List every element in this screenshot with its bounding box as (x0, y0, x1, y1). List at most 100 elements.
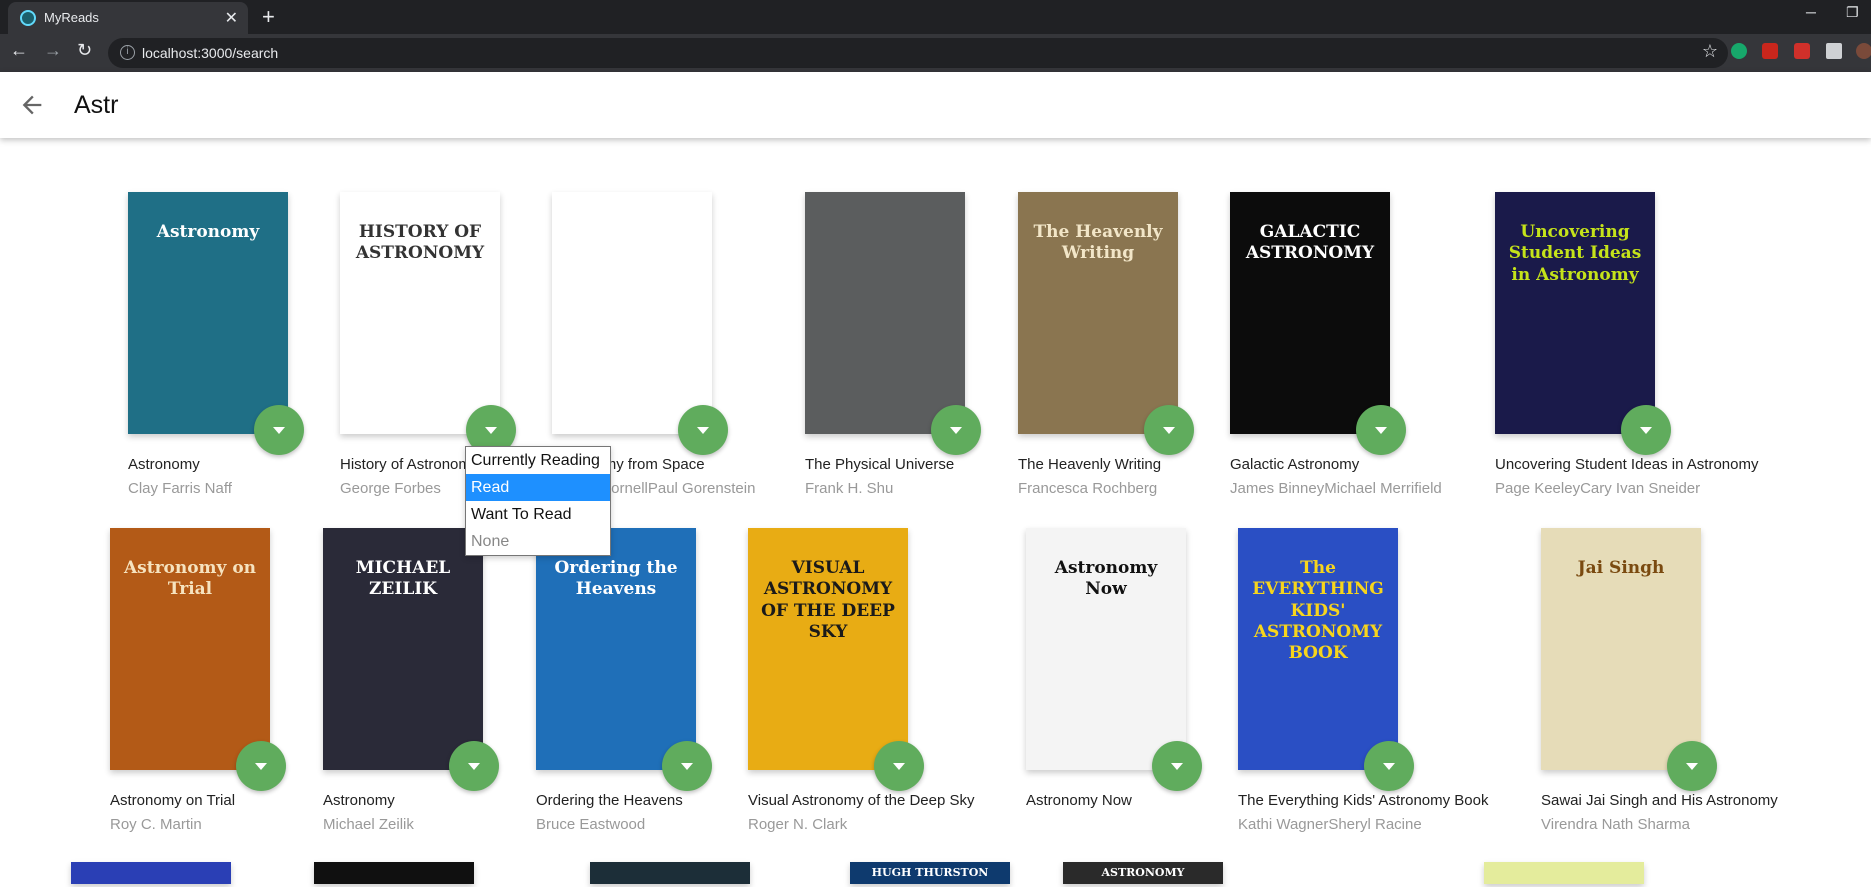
browser-tab-strip: MyReads ✕ + ─ ❐ (0, 0, 1871, 34)
book-cover: Uncovering Student Ideas in Astronomy (1495, 192, 1655, 434)
shelf-changer-button[interactable] (254, 405, 304, 455)
book-title: Astronomy Now (1026, 792, 1132, 809)
book-cover: Astronomy on Trial (110, 528, 270, 770)
site-info-icon[interactable]: i (120, 45, 135, 60)
book-cover: MICHAEL ZEILIK (323, 528, 483, 770)
book-cover (1484, 862, 1644, 884)
bookmark-star-icon[interactable]: ☆ (1702, 41, 1718, 62)
book-authors: Page KeeleyCary Ivan Sneider (1495, 480, 1701, 497)
shelf-select-dropdown[interactable]: Currently Reading Read Want To Read None (465, 446, 611, 556)
cover-text: Ordering the Heavens (554, 558, 678, 600)
book-authors: Roy C. Martin (110, 816, 202, 833)
shelf-changer-button[interactable] (931, 405, 981, 455)
cover-text: ASTRONOMY (1101, 866, 1185, 879)
minimize-window-icon[interactable]: ─ (1806, 4, 1816, 20)
book-title: The Heavenly Writing (1018, 456, 1162, 473)
cover-text: HUGH THURSTON (871, 866, 989, 879)
search-books-bar (0, 72, 1871, 138)
shelf-changer-button[interactable] (662, 741, 712, 791)
book-title: Astronomy on Trial (110, 792, 236, 809)
profile-avatar[interactable] (1856, 43, 1871, 59)
book-authors: Kathi WagnerSheryl Racine (1238, 816, 1422, 833)
book-cover (590, 862, 750, 884)
shelf-changer-button[interactable] (1152, 741, 1202, 791)
back-arrow-icon[interactable] (18, 91, 46, 119)
cover-text: Astronomy Now (1054, 558, 1158, 600)
react-favicon-icon (20, 10, 36, 26)
cover-text: Uncovering Student Ideas in Astronomy (1508, 222, 1642, 285)
address-bar[interactable]: i localhost:3000/search ☆ (108, 38, 1728, 68)
tab-close-icon[interactable]: ✕ (225, 8, 238, 28)
book-cover: GALACTIC ASTRONOMY (1230, 192, 1390, 434)
cover-text: MICHAEL ZEILIK (355, 558, 451, 600)
book-authors: Francesca Rochberg (1018, 480, 1158, 497)
cover-text: Astronomy (156, 222, 260, 242)
book-title: The Everything Kids' Astronomy Book (1238, 792, 1489, 809)
puzzle-extensions-icon[interactable] (1826, 43, 1842, 59)
book-authors: Frank H. Shu (805, 480, 894, 497)
back-icon[interactable]: ← (10, 40, 28, 61)
book-cover (552, 192, 712, 434)
shelf-option-want-to-read[interactable]: Want To Read (466, 501, 610, 528)
new-tab-button[interactable]: + (262, 4, 275, 30)
book-title: Astronomy (128, 456, 200, 473)
search-input[interactable] (74, 86, 1774, 124)
book-authors: Clay Farris Naff (128, 480, 232, 497)
cover-text: Astronomy on Trial (123, 558, 257, 600)
shelf-changer-button[interactable] (449, 741, 499, 791)
book-cover: Astronomy Now (1026, 528, 1186, 770)
shelf-changer-button[interactable] (1364, 741, 1414, 791)
shelf-option-currently-reading[interactable]: Currently Reading (466, 447, 610, 474)
shelf-changer-button[interactable] (678, 405, 728, 455)
cover-text: VISUAL ASTRONOMY OF THE DEEP SKY (761, 558, 895, 642)
cover-text: The EVERYTHING KIDS' ASTRONOMY BOOK (1252, 558, 1384, 663)
book-title: Ordering the Heavens (536, 792, 683, 809)
book-title: Astronomy (323, 792, 395, 809)
book-cover (805, 192, 965, 434)
book-cover: HUGH THURSTON (850, 862, 1010, 884)
book-authors: Michael Zeilik (323, 816, 414, 833)
cover-text: The Heavenly Writing (1033, 222, 1163, 264)
book-cover: The Heavenly Writing (1018, 192, 1178, 434)
book-authors: Roger N. Clark (748, 816, 848, 833)
url-text[interactable]: localhost:3000/search (142, 45, 278, 61)
search-results: Astronomy Astronomy Clay Farris Naff HIS… (0, 138, 1871, 887)
shelf-option-read[interactable]: Read (466, 474, 610, 501)
book-title: The Physical Universe (805, 456, 955, 473)
browser-toolbar: ← → ↻ i localhost:3000/search ☆ (0, 34, 1871, 72)
book-title: Sawai Jai Singh and His Astronomy (1541, 792, 1778, 809)
reload-icon[interactable]: ↻ (77, 40, 92, 61)
grammarly-extension-icon[interactable] (1731, 43, 1747, 59)
restore-window-icon[interactable]: ❐ (1846, 4, 1859, 21)
book-title: Uncovering Student Ideas in Astronomy (1495, 456, 1759, 473)
book-cover: HISTORY OF ASTRONOMY (340, 192, 500, 434)
shelf-option-none: None (471, 533, 510, 550)
book-cover (314, 862, 474, 884)
shelf-changer-button[interactable] (1144, 405, 1194, 455)
book-title: Galactic Astronomy (1230, 456, 1360, 473)
cover-text: HISTORY OF ASTRONOMY (355, 222, 485, 264)
shelf-changer-button[interactable] (1356, 405, 1406, 455)
book-cover: Ordering the Heavens (536, 528, 696, 770)
extension-icon[interactable] (1794, 43, 1810, 59)
book-cover: ASTRONOMY (1063, 862, 1223, 884)
shelf-changer-button[interactable] (1667, 741, 1717, 791)
pdf-extension-icon[interactable] (1762, 43, 1778, 59)
book-cover (71, 862, 231, 884)
book-cover: VISUAL ASTRONOMY OF THE DEEP SKY (748, 528, 908, 770)
book-authors: George Forbes (340, 480, 441, 497)
book-authors: Bruce Eastwood (536, 816, 646, 833)
forward-icon[interactable]: → (44, 40, 62, 61)
book-cover: Jai Singh (1541, 528, 1701, 770)
book-cover: The EVERYTHING KIDS' ASTRONOMY BOOK (1238, 528, 1398, 770)
book-authors: James BinneyMichael Merrifield (1230, 480, 1442, 497)
cover-text: GALACTIC ASTRONOMY (1245, 222, 1375, 264)
shelf-changer-button[interactable] (874, 741, 924, 791)
shelf-changer-button[interactable] (1621, 405, 1671, 455)
browser-tab[interactable]: MyReads ✕ (8, 2, 248, 34)
shelf-changer-button[interactable] (236, 741, 286, 791)
cover-text: Jai Singh (1577, 558, 1665, 578)
book-authors: Virendra Nath Sharma (1541, 816, 1690, 833)
book-title: History of Astronomy (340, 456, 479, 473)
book-title: Visual Astronomy of the Deep Sky (748, 792, 975, 809)
